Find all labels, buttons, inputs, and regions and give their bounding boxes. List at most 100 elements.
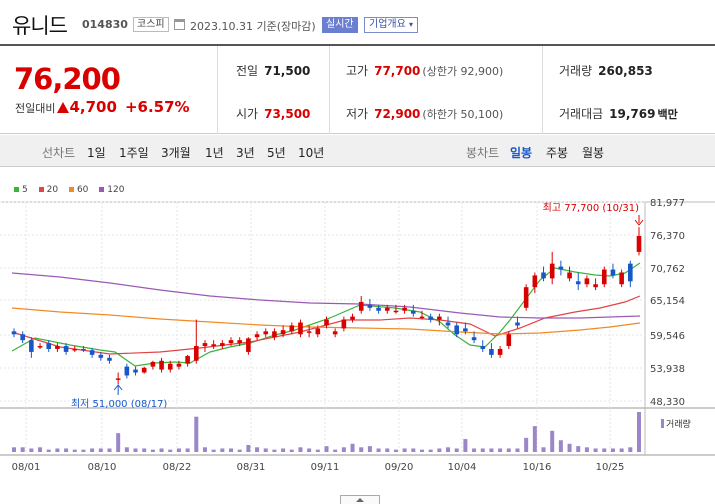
candle-body: [437, 316, 442, 320]
y-tick-label: 48,330: [650, 397, 685, 408]
candle-body: [193, 346, 199, 361]
candle-body: [463, 328, 468, 332]
stat-prev: 전일 71,500: [236, 62, 310, 79]
price-panel: 76,200 전일대비 4,700 +6.57% 전일 71,500 시가 73,500…: [0, 46, 715, 134]
candle-body: [98, 354, 104, 358]
candle-monthly[interactable]: 월봉: [582, 144, 604, 161]
volume-bar: [480, 448, 485, 452]
stat-high: 고가 77,700 (상한가 92,900): [346, 62, 503, 79]
stat-open: 시가 73,500: [236, 105, 310, 122]
y-tick-label: 65,154: [650, 296, 685, 307]
period-1y[interactable]: 1년: [205, 144, 224, 161]
volume-bar: [454, 448, 459, 452]
period-10y[interactable]: 10년: [298, 144, 324, 161]
candle-body: [402, 307, 407, 311]
volume-bars: 거래량: [12, 412, 691, 452]
volume-bar: [524, 437, 529, 452]
x-tick-label: 08/31: [237, 462, 266, 473]
current-price-box: 76,200 전일대비 4,700 +6.57%: [0, 46, 218, 134]
stat-lower-limit: (하한가 50,100): [422, 108, 504, 121]
candle-body: [133, 369, 138, 373]
volume-bar: [628, 447, 633, 452]
change-value: 4,700: [69, 98, 117, 116]
candle-weekly[interactable]: 주봉: [546, 144, 568, 161]
volume-legend-swatch: [661, 419, 664, 428]
candle-body: [185, 356, 190, 364]
y-tick-label: 59,546: [650, 331, 685, 342]
candle-body: [593, 284, 598, 288]
candle-body: [350, 316, 355, 320]
candle-body: [628, 263, 633, 282]
volume-bar: [46, 449, 51, 452]
ma-line-ma120: [11, 272, 641, 319]
volume-bar: [472, 448, 477, 452]
volume-bar: [515, 448, 520, 452]
candles: [11, 227, 642, 385]
candle-body: [107, 357, 112, 361]
volume-bar: [185, 448, 190, 452]
legend-ma60: 60: [68, 185, 88, 195]
period-1d[interactable]: 1일: [87, 144, 106, 161]
stat-volume: 거래량 260,853: [559, 62, 653, 79]
volume-bar: [38, 447, 43, 452]
volume-bar: [281, 448, 286, 452]
candle-body: [167, 363, 173, 370]
chart-period-bar: 선차트 1일 1주일 3개월 1년 3년 5년 10년 봉차트 일봉 주봉 월봉: [0, 135, 715, 167]
candle-body: [29, 340, 34, 352]
y-axis-labels: 81,977 76,370 70,762 65,154 59,546 53,938 48,3…: [650, 198, 685, 408]
candle-body: [358, 301, 364, 311]
period-3m[interactable]: 3개월: [161, 144, 191, 161]
stat-prev-label: 전일: [236, 64, 259, 78]
volume-bar: [385, 448, 390, 452]
stat-high-value: 77,700: [374, 64, 421, 78]
volume-bar: [463, 439, 468, 452]
corp-info-dropdown[interactable]: 기업개요 ▾: [364, 17, 419, 33]
volume-bar: [229, 448, 234, 452]
candle-body: [20, 334, 25, 341]
expand-chart-handle[interactable]: [340, 495, 380, 504]
period-1w[interactable]: 1주일: [119, 144, 149, 161]
period-5y[interactable]: 5년: [267, 144, 286, 161]
volume-bar: [237, 449, 242, 452]
candle-body: [272, 331, 277, 338]
candle-body: [384, 307, 390, 311]
max-annotation: 최고 77,700 (10/31): [543, 202, 639, 214]
candle-body: [115, 378, 121, 380]
volume-bar: [142, 448, 147, 452]
volume-bar: [576, 446, 581, 452]
x-tick-label: 09/20: [385, 462, 414, 473]
volume-bar: [98, 448, 103, 452]
realtime-button[interactable]: 실시간: [322, 17, 358, 33]
volume-bar: [289, 449, 294, 452]
x-tick-label: 08/22: [163, 462, 192, 473]
volume-bar: [81, 449, 86, 452]
volume-bar: [263, 448, 268, 452]
stat-amount: 거래대금 19,769 백만: [559, 105, 678, 122]
volume-bar: [64, 448, 69, 452]
stat-prev-value: 71,500: [264, 64, 311, 78]
current-price: 76,200: [14, 62, 121, 96]
volume-bar: [307, 448, 312, 452]
corp-info-label: 기업개요: [369, 19, 406, 30]
stat-low: 저가 72,900 (하한가 50,100): [346, 105, 503, 122]
candle-daily[interactable]: 일봉: [510, 144, 532, 161]
candle-body: [497, 348, 503, 355]
stat-amount-unit: 백만: [657, 108, 678, 121]
candle-body: [332, 331, 338, 335]
volume-bar: [159, 448, 164, 452]
candle-body: [601, 269, 607, 285]
candlestick-chart[interactable]: 81,977 76,370 70,762 65,154 59,546 53,938 48,3…: [0, 195, 715, 495]
x-tick-label: 08/01: [12, 462, 41, 473]
x-tick-label: 09/11: [311, 462, 340, 473]
candle-body: [237, 340, 242, 344]
candle-body: [150, 361, 156, 367]
stat-divider: [329, 46, 330, 134]
line-chart-label: 선차트: [42, 146, 76, 160]
stock-code: 014830: [82, 18, 128, 31]
chevron-down-icon: ▾: [409, 20, 414, 29]
min-annotation: 최저 51,000 (08/17): [71, 398, 167, 410]
legend-ma5: 5: [14, 185, 28, 195]
period-3y[interactable]: 3년: [236, 144, 255, 161]
candle-body: [298, 322, 303, 335]
volume-bar: [558, 440, 563, 452]
